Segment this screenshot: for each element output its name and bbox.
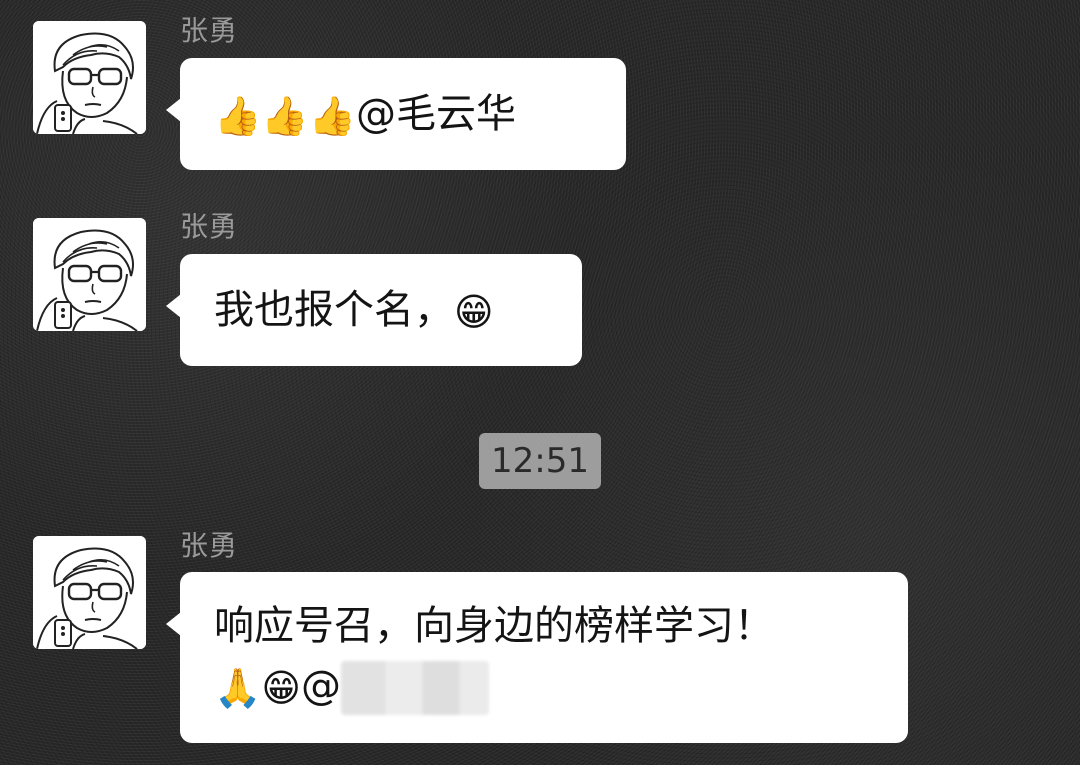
message-bubble[interactable]: 👍👍👍@毛云华 [166, 58, 626, 170]
avatar[interactable] [33, 21, 146, 134]
timestamp-badge: 12:51 [479, 433, 601, 489]
sender-name: 张勇 [180, 529, 239, 562]
avatar-icon [33, 21, 146, 134]
thumbs-up-icon: 👍 [261, 94, 309, 138]
message-text: 我也报个名， [214, 287, 454, 333]
grinning-face-icon: 😁 [261, 666, 301, 710]
thumbs-up-icon: 👍 [308, 94, 356, 138]
grinning-face-icon: 😁 [454, 290, 494, 334]
avatar-icon [33, 218, 146, 331]
message-text: 响应号召，向身边的榜样学习！ [214, 603, 774, 649]
sender-name: 张勇 [180, 14, 239, 47]
message-line: 👍👍👍@毛云华 [214, 84, 592, 144]
redacted-name-block [340, 661, 489, 715]
avatar[interactable] [33, 218, 146, 331]
message-bubble[interactable]: 响应号召，向身边的榜样学习！ 🙏😁@ [166, 572, 908, 743]
avatar[interactable] [33, 536, 146, 649]
message-line: 响应号召，向身边的榜样学习！ [214, 596, 874, 656]
praying-hands-icon: 🙏 [214, 666, 262, 710]
avatar-icon [33, 536, 146, 649]
thumbs-up-icon: 👍 [214, 94, 262, 138]
message-bubble[interactable]: 我也报个名，😁 [166, 254, 582, 366]
chat-window: 张勇 👍👍👍@毛云华 张勇 我也报个名，😁 12:51 张勇 响应号召，向身边的… [0, 0, 1080, 765]
mention-at: @ [300, 663, 341, 709]
message-line: 🙏😁@ [214, 656, 874, 716]
sender-name: 张勇 [180, 210, 239, 243]
message-line: 我也报个名，😁 [214, 280, 548, 340]
mention-text: @毛云华 [355, 91, 516, 137]
